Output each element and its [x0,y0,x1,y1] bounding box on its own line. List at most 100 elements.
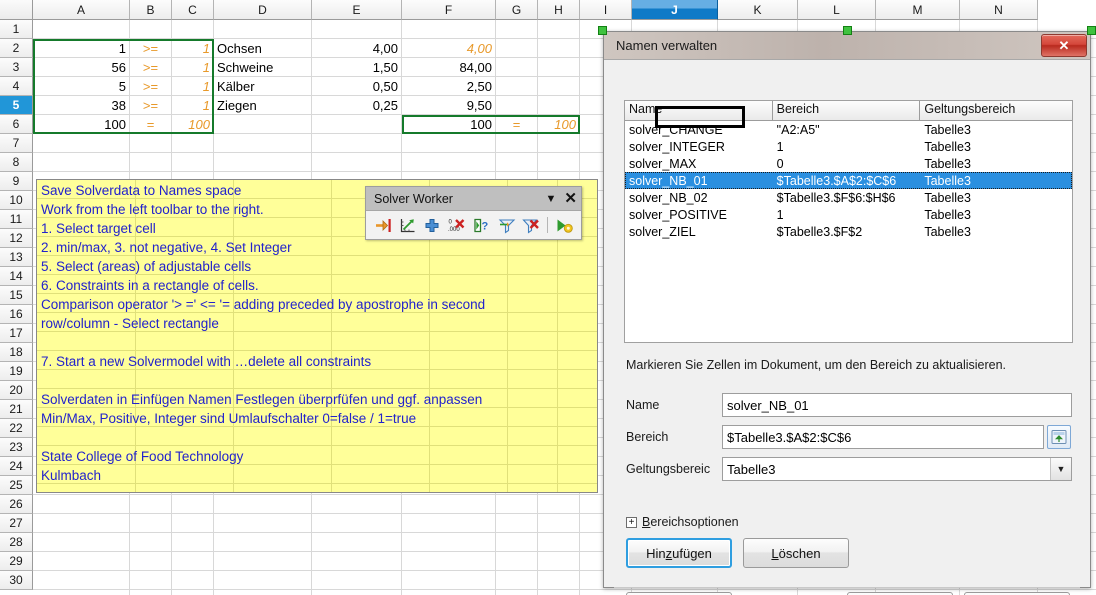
minmax-icon[interactable] [397,215,419,235]
cell-C3[interactable]: 1 [172,59,213,77]
cell-B3[interactable]: >= [130,59,171,77]
row-header-4[interactable]: 4 [0,77,33,96]
cell-E3[interactable]: 1,50 [312,59,401,77]
cell-E4[interactable]: 0,50 [312,78,401,96]
cell-A6[interactable]: 100 [33,116,129,134]
cell-D2[interactable]: Ochsen [214,40,311,58]
names-list-row[interactable]: solver_ZIEL$Tabelle3.$F$2Tabelle3 [625,223,1072,240]
delete-constraint-icon[interactable] [521,215,543,235]
cell-D4[interactable]: Kälber [214,78,311,96]
close-icon[interactable]: ✕ [564,191,577,206]
column-header-g[interactable]: G [496,0,538,20]
row-header-22[interactable]: 22 [0,419,33,438]
row-header-10[interactable]: 10 [0,191,33,210]
select-all-corner[interactable] [0,0,33,20]
column-header-j[interactable]: J [632,0,718,20]
row-header-15[interactable]: 15 [0,286,33,305]
row-header-12[interactable]: 12 [0,229,33,248]
row-header-16[interactable]: 16 [0,305,33,324]
column-header-i[interactable]: I [580,0,632,20]
chevron-down-icon[interactable]: ▼ [546,193,557,205]
range-input[interactable] [722,425,1044,449]
cell-D3[interactable]: Schweine [214,59,311,77]
cell-H6[interactable]: 100 [538,116,579,134]
cell-F5[interactable]: 9,50 [402,97,495,115]
row-header-26[interactable]: 26 [0,495,33,514]
row-header-23[interactable]: 23 [0,438,33,457]
row-header-13[interactable]: 13 [0,248,33,267]
row-header-25[interactable]: 25 [0,476,33,495]
names-list-row[interactable]: solver_NB_01$Tabelle3.$A$2:$C$6Tabelle3 [625,172,1072,189]
cell-C5[interactable]: 1 [172,97,213,115]
cell-F2[interactable]: 4,00 [402,40,495,58]
cell-C2[interactable]: 1 [172,40,213,58]
names-list-row[interactable]: solver_MAX0Tabelle3 [625,155,1072,172]
row-header-14[interactable]: 14 [0,267,33,286]
range-options-expander[interactable]: + Bereichsoptionen [626,515,739,529]
names-list[interactable]: Name Bereich Geltungsbereich solver_CHAN… [624,100,1073,343]
cell-A2[interactable]: 1 [33,40,129,58]
names-list-rows[interactable]: solver_CHANGE"A2:A5"Tabelle3solver_INTEG… [625,121,1072,240]
column-header-range[interactable]: Bereich [773,101,921,120]
not-negative-plus-icon[interactable] [422,215,444,235]
run-solver-icon[interactable] [553,215,575,235]
row-header-17[interactable]: 17 [0,324,33,343]
column-header-f[interactable]: F [402,0,496,20]
cell-B2[interactable]: >= [130,40,171,58]
row-header-1[interactable]: 1 [0,20,33,39]
chevron-down-icon[interactable]: ▼ [1050,458,1071,480]
row-header-7[interactable]: 7 [0,134,33,153]
names-list-row[interactable]: solver_INTEGER1Tabelle3 [625,138,1072,155]
row-header-27[interactable]: 27 [0,514,33,533]
row-header-20[interactable]: 20 [0,381,33,400]
close-button[interactable]: ✕ [1041,34,1087,57]
row-header-2[interactable]: 2 [0,39,33,58]
row-header-5[interactable]: 5 [0,96,33,115]
cell-B6[interactable]: = [130,116,171,134]
row-header-21[interactable]: 21 [0,400,33,419]
cell-F3[interactable]: 84,00 [402,59,495,77]
solver-worker-toolbar[interactable]: Solver Worker ▼ ✕ [365,186,582,240]
set-integer-icon[interactable]: 0 .000 [446,215,468,235]
cell-A5[interactable]: 38 [33,97,129,115]
column-header-d[interactable]: D [214,0,312,20]
column-header-l[interactable]: L [798,0,876,20]
row-header-3[interactable]: 3 [0,58,33,77]
row-header-19[interactable]: 19 [0,362,33,381]
row-header-8[interactable]: 8 [0,153,33,172]
column-header-e[interactable]: E [312,0,402,20]
expand-plus-icon[interactable]: + [626,517,637,528]
column-header-h[interactable]: H [538,0,580,20]
cell-C6[interactable]: 100 [172,116,213,134]
solver-worker-titlebar[interactable]: Solver Worker ▼ ✕ [366,187,581,211]
row-header-30[interactable]: 30 [0,571,33,590]
cell-F4[interactable]: 2,50 [402,78,495,96]
adjustable-cells-icon[interactable]: ? [471,215,493,235]
names-list-row[interactable]: solver_NB_02$Tabelle3.$F$6:$H$6Tabelle3 [625,189,1072,206]
column-header-m[interactable]: M [876,0,960,20]
selection-handle-tc[interactable] [843,26,852,35]
row-header-9[interactable]: 9 [0,172,33,191]
cell-F6[interactable]: 100 [402,116,495,134]
row-header-6[interactable]: 6 [0,115,33,134]
cell-G6[interactable]: = [496,116,537,134]
cell-E5[interactable]: 0,25 [312,97,401,115]
selection-handle-tl[interactable] [598,26,607,35]
delete-button[interactable]: Löschen [743,538,849,568]
name-input[interactable] [722,393,1072,417]
cell-A3[interactable]: 56 [33,59,129,77]
row-header-11[interactable]: 11 [0,210,33,229]
column-header-scope[interactable]: Geltungsbereich [920,101,1072,120]
cell-D5[interactable]: Ziegen [214,97,311,115]
add-button[interactable]: Hinzufügen [626,538,732,568]
cell-B4[interactable]: >= [130,78,171,96]
cell-A4[interactable]: 5 [33,78,129,96]
shrink-range-icon[interactable] [1047,425,1071,449]
column-header-k[interactable]: K [718,0,798,20]
column-header-a[interactable]: A [33,0,130,20]
row-header-29[interactable]: 29 [0,552,33,571]
column-header-c[interactable]: C [172,0,214,20]
names-list-row[interactable]: solver_POSITIVE1Tabelle3 [625,206,1072,223]
manage-names-dialog[interactable]: Namen verwalten ✕ Name Bereich Geltungsb… [603,31,1091,588]
scope-input[interactable] [722,457,1072,481]
